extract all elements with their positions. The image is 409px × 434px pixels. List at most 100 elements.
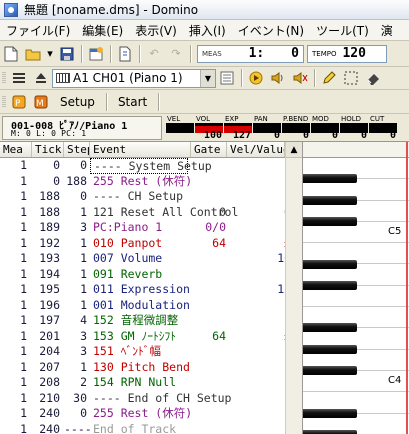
- event-gate: [188, 360, 230, 376]
- event-row[interactable]: 1 0 188 255 Rest (休符): [0, 174, 302, 190]
- event-row[interactable]: 1 240 0 255 Rest (休符): [0, 406, 302, 422]
- menu-play[interactable]: 演: [375, 22, 399, 39]
- event-gate: [188, 267, 230, 283]
- page-icon[interactable]: [115, 44, 135, 64]
- piano-black-key[interactable]: [303, 429, 357, 434]
- level-hold: HOLD 0: [340, 115, 368, 141]
- dropdown-arrow-icon[interactable]: ▾: [45, 44, 55, 64]
- scroll-up-icon[interactable]: ▲: [286, 142, 302, 158]
- piano-black-key[interactable]: [303, 408, 357, 418]
- redo-icon[interactable]: ↷: [166, 44, 186, 64]
- level-vel: VEL: [166, 115, 194, 141]
- event-row[interactable]: 11961001 Modulation0: [0, 298, 302, 314]
- event-row[interactable]: 1 240 ---- End of Track: [0, 422, 302, 434]
- speaker-mute-icon[interactable]: [290, 68, 310, 88]
- piano-roll[interactable]: C5 C4: [302, 142, 409, 434]
- piano-black-key[interactable]: [303, 195, 357, 205]
- event-mea: 1: [20, 344, 27, 358]
- new-file-icon[interactable]: [1, 44, 21, 64]
- event-row[interactable]: 1 208 2 154 RPN Null: [0, 375, 302, 391]
- event-tick: 193: [39, 251, 60, 265]
- event-row[interactable]: 11893PC:Piano 10/01: [0, 220, 302, 236]
- pencil-icon[interactable]: [319, 68, 339, 88]
- track-toolbar: A1 CH01 (Piano 1) ▼: [0, 67, 409, 90]
- eraser-icon[interactable]: [363, 68, 383, 88]
- event-gate: 64: [212, 235, 226, 250]
- properties-icon[interactable]: [86, 44, 106, 64]
- eject-icon[interactable]: [31, 68, 51, 88]
- level-pan: PAN 0: [253, 115, 281, 141]
- event-mea: 1: [20, 204, 27, 219]
- start-button[interactable]: Start: [110, 92, 155, 112]
- setup-button[interactable]: Setup: [52, 92, 103, 112]
- event-list-header: Mea Tick Step Event Gate Vel/Value: [0, 142, 302, 158]
- open-folder-icon[interactable]: [23, 44, 43, 64]
- piano-black-key[interactable]: [303, 344, 357, 354]
- menu-view[interactable]: 表示(V): [129, 22, 183, 39]
- track-list-icon[interactable]: [9, 68, 29, 88]
- piano-roll-ruler[interactable]: [303, 142, 409, 158]
- window-title: 無題 [noname.dms] - Domino: [24, 3, 199, 17]
- track-info-box: 001-008 ﾋﾟｱﾉ/Piano 1 M: 0 L: 0 PC: 1: [2, 116, 162, 140]
- menu-edit[interactable]: 編集(E): [76, 22, 129, 39]
- event-gate: [188, 174, 230, 190]
- select-rect-icon[interactable]: [341, 68, 361, 88]
- piano-black-key[interactable]: [303, 323, 357, 333]
- save-icon[interactable]: [57, 44, 77, 64]
- column-header-mea[interactable]: Mea: [0, 142, 32, 157]
- event-row[interactable]: 11941091 Reverb0: [0, 267, 302, 283]
- event-name: 152 音程微調整: [93, 313, 179, 327]
- event-step: 3: [80, 328, 87, 343]
- menu-event[interactable]: イベント(N): [232, 22, 310, 39]
- event-gate: [188, 189, 230, 205]
- event-row[interactable]: 12043151 ﾍﾞﾝﾄﾞ幅12: [0, 344, 302, 360]
- midi-m-icon[interactable]: M: [31, 92, 51, 112]
- event-list-scrollbar[interactable]: ▲: [285, 142, 302, 434]
- track-settings-icon[interactable]: [217, 68, 237, 88]
- menu-insert[interactable]: 挿入(I): [183, 22, 232, 39]
- speaker-icon[interactable]: [268, 68, 288, 88]
- event-tick: 188: [39, 204, 60, 219]
- event-step: 4: [80, 313, 87, 327]
- column-header-gate[interactable]: Gate: [191, 142, 227, 157]
- event-row[interactable]: 12071130 Pitch Bend0: [0, 360, 302, 376]
- event-row[interactable]: 1 188 0 ---- CH Setup: [0, 189, 302, 205]
- event-row[interactable]: 11921010 Panpot64±0: [0, 236, 302, 252]
- event-tick: 0: [53, 158, 60, 172]
- tempo-value: 120: [342, 46, 366, 61]
- event-name: ---- End of CH Setup: [93, 390, 232, 405]
- event-gate: [188, 313, 230, 329]
- menu-tools[interactable]: ツール(T): [310, 22, 375, 39]
- event-list[interactable]: 1 0 0 ---- System Setup 1 0 188 255 Rest (休符) 1 1…: [0, 158, 302, 434]
- level-value: 0: [273, 130, 280, 141]
- event-row[interactable]: 1 0 0 ---- System Setup: [0, 158, 302, 174]
- event-mea: 1: [20, 158, 27, 172]
- event-step: 0: [80, 158, 87, 172]
- event-row[interactable]: 11931007 Volume100: [0, 251, 302, 267]
- piano-black-key[interactable]: [303, 259, 357, 269]
- piano-black-key[interactable]: [303, 174, 357, 184]
- grip-icon: [1, 68, 7, 88]
- column-header-step[interactable]: Step: [64, 142, 90, 157]
- event-row[interactable]: 11881121 Reset All Control0ON: [0, 205, 302, 221]
- column-header-event[interactable]: Event: [90, 142, 191, 157]
- event-row[interactable]: 11974152 音程微調整0: [0, 313, 302, 329]
- menu-file[interactable]: ファイル(F): [0, 22, 76, 39]
- event-name: 007 Volume: [93, 251, 163, 265]
- midi-port-icon[interactable]: P: [9, 92, 29, 112]
- piano-black-key[interactable]: [303, 280, 357, 290]
- piano-black-key[interactable]: [303, 216, 357, 226]
- undo-icon[interactable]: ↶: [144, 44, 164, 64]
- track-select[interactable]: A1 CH01 (Piano 1) ▼: [52, 68, 216, 88]
- column-header-tick[interactable]: Tick: [32, 142, 64, 157]
- column-header-vel[interactable]: Vel/Value: [227, 142, 285, 157]
- event-row[interactable]: 12013153 GM ﾉｰﾄｼﾌﾄ64±0: [0, 329, 302, 345]
- event-row[interactable]: 1 210 30 ---- End of CH Setup: [0, 391, 302, 407]
- piano-black-key[interactable]: [303, 366, 357, 375]
- event-row[interactable]: 11951011 Expression127: [0, 282, 302, 298]
- event-tick: 194: [39, 266, 60, 281]
- event-tick: 201: [39, 328, 60, 343]
- chevron-down-icon[interactable]: ▼: [200, 69, 215, 87]
- tempo-display: TEMPO 120: [307, 44, 387, 63]
- play-sound-icon[interactable]: [246, 68, 266, 88]
